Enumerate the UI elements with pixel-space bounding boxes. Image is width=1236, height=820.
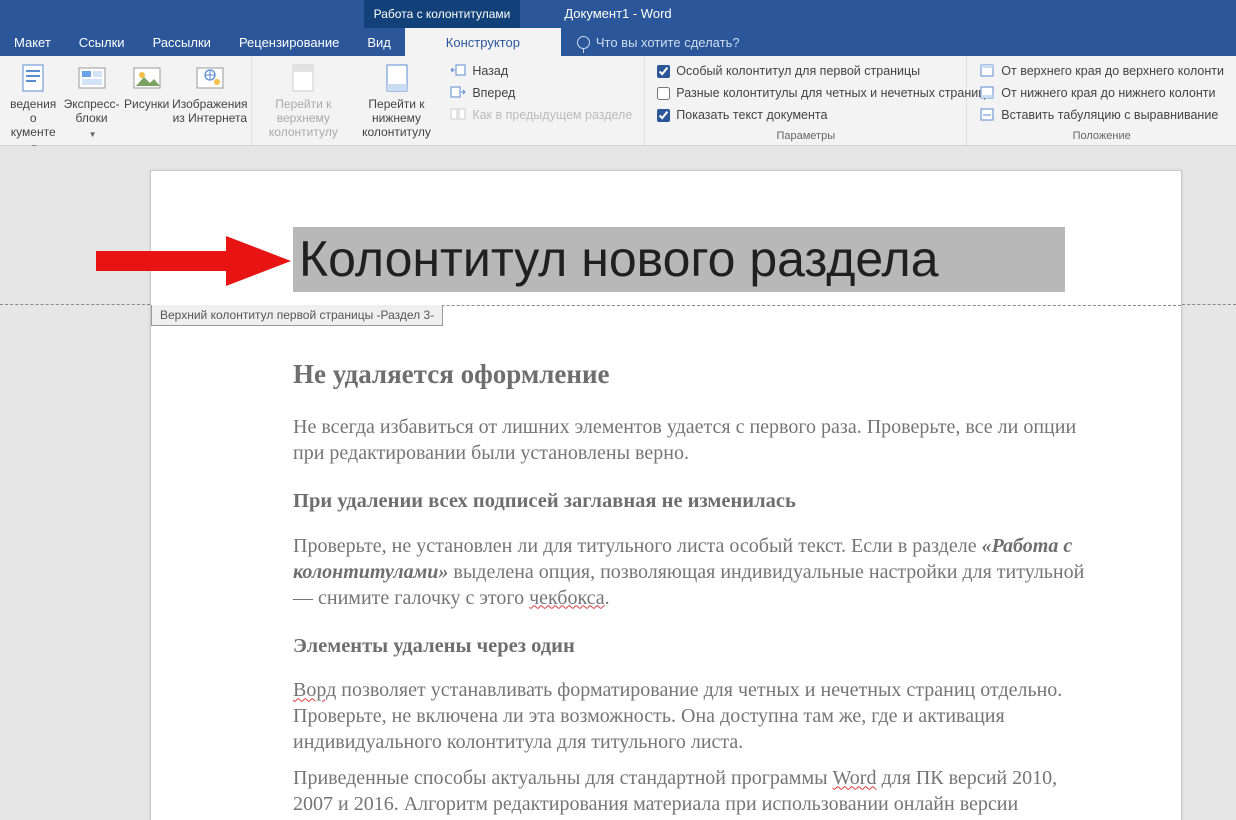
tab-design-label: Конструктор — [446, 35, 520, 50]
tab-layout[interactable]: Макет — [0, 28, 65, 56]
group-position: От верхнего края до верхнего колонти От … — [967, 56, 1236, 145]
dropdown-caret-icon: ▼ — [89, 130, 97, 139]
group-options: Особый колонтитул для первой страницы Ра… — [645, 56, 967, 145]
spellcheck-error: Ворд — [293, 679, 336, 701]
spellcheck-error: чекбокса — [529, 587, 605, 609]
goto-footer-button[interactable]: Перейти к нижнему колонтитулу — [351, 58, 443, 143]
header-from-top[interactable]: От верхнего края до верхнего колонти — [975, 60, 1228, 82]
option-first-page[interactable]: Особый колонтитул для первой страницы — [653, 60, 958, 82]
doc-info-button[interactable]: ведения о кументе▼ — [4, 58, 62, 157]
header-text[interactable]: Колонтитул нового раздела — [293, 227, 1065, 292]
contextual-tab-header: Работа с колонтитулами — [364, 0, 520, 28]
heading-2: Не удаляется оформление — [293, 357, 1093, 392]
nav-previous-button[interactable]: Назад — [446, 60, 636, 82]
tab-view-label: Вид — [367, 35, 391, 50]
option-odd-even-checkbox[interactable] — [657, 87, 670, 100]
tab-references[interactable]: Ссылки — [65, 28, 139, 56]
document-body: Не удаляется оформление Не всегда избави… — [293, 357, 1093, 820]
footer-distance-icon — [979, 85, 995, 101]
goto-footer-icon — [381, 62, 413, 94]
online-pictures-label: Изображения из Интернета — [172, 98, 247, 126]
header-boundary-line — [0, 304, 150, 305]
document-icon — [17, 62, 49, 94]
nav-next-button[interactable]: Вперед — [446, 82, 636, 104]
page: Колонтитул нового раздела Верхний колонт… — [150, 170, 1182, 820]
paragraph: Проверьте, не установлен ли для титульно… — [293, 533, 1093, 611]
doc-info-label: ведения о кументе — [10, 98, 56, 139]
document-workspace[interactable]: Колонтитул нового раздела Верхний колонт… — [0, 146, 1236, 820]
group-options-label: Параметры — [649, 128, 962, 145]
text-run: Проверьте, не установлен ли для титульно… — [293, 535, 982, 557]
goto-header-button: Перейти к верхнему колонтитулу — [256, 58, 351, 143]
document-title: Документ1 - Word — [564, 6, 671, 21]
option-first-page-checkbox[interactable] — [657, 65, 670, 78]
tab-references-label: Ссылки — [79, 35, 125, 50]
tab-review-label: Рецензирование — [239, 35, 339, 50]
tab-layout-label: Макет — [14, 35, 51, 50]
text-run: позволяет устанавливать форматирование д… — [293, 679, 1062, 753]
tell-me-search[interactable]: Что вы хотите сделать? — [561, 28, 740, 56]
previous-icon — [450, 63, 466, 79]
link-previous-label: Как в предыдущем разделе — [472, 108, 632, 122]
ribbon: ведения о кументе ▼ Экспресс- блоки ▼ Рису… — [0, 56, 1236, 146]
tell-me-placeholder: Что вы хотите сделать? — [596, 35, 740, 50]
title-bar: Работа с колонтитулами Документ1 - Word — [0, 0, 1236, 28]
tab-mailings[interactable]: Рассылки — [139, 28, 225, 56]
footer-from-bottom-label: От нижнего края до нижнего колонти — [1001, 86, 1215, 100]
paragraph: Не всегда избавиться от лишних элементов… — [293, 414, 1093, 466]
goto-footer-label: Перейти к нижнему колонтитулу — [357, 98, 437, 139]
option-show-document-checkbox[interactable] — [657, 109, 670, 122]
insert-alignment-tab[interactable]: Вставить табуляцию с выравнивание — [975, 104, 1228, 126]
heading-3: При удалении всех подписей заглавная не … — [293, 488, 1093, 515]
picture-icon — [131, 62, 163, 94]
group-insert: ведения о кументе ▼ Экспресс- блоки ▼ Рису… — [0, 56, 252, 145]
option-odd-even-label: Разные колонтитулы для четных и нечетных… — [676, 86, 985, 100]
option-show-document-label: Показать текст документа — [676, 108, 827, 122]
header-section-tab: Верхний колонтитул первой страницы -Разд… — [151, 305, 443, 326]
heading-3: Элементы удалены через один — [293, 633, 1093, 660]
quick-parts-button[interactable]: Экспресс- блоки ▼ — [62, 58, 120, 143]
alignment-tab-icon — [979, 107, 995, 123]
pictures-label: Рисунки — [124, 98, 169, 112]
online-pictures-button[interactable]: Изображения из Интернета — [173, 58, 247, 130]
nav-previous-label: Назад — [472, 64, 508, 78]
footer-from-bottom[interactable]: От нижнего края до нижнего колонти — [975, 82, 1228, 104]
option-first-page-label: Особый колонтитул для первой страницы — [676, 64, 920, 78]
ribbon-tabs: Макет Ссылки Рассылки Рецензирование Вид… — [0, 28, 1236, 56]
goto-header-icon — [287, 62, 319, 94]
tab-review[interactable]: Рецензирование — [225, 28, 353, 56]
tab-design[interactable]: Конструктор — [405, 28, 561, 56]
contextual-tab-label: Работа с колонтитулами — [374, 7, 511, 21]
next-icon — [450, 85, 466, 101]
paragraph: Ворд позволяет устанавливать форматирова… — [293, 677, 1093, 755]
nav-next-label: Вперед — [472, 86, 515, 100]
goto-header-label: Перейти к верхнему колонтитулу — [262, 98, 345, 139]
tab-view[interactable]: Вид — [353, 28, 405, 56]
link-previous-icon — [450, 107, 466, 123]
header-boundary-line — [1182, 304, 1236, 305]
tab-mailings-label: Рассылки — [153, 35, 211, 50]
link-previous-button: Как в предыдущем разделе — [446, 104, 636, 126]
insert-alignment-tab-label: Вставить табуляцию с выравнивание — [1001, 108, 1218, 122]
header-distance-icon — [979, 63, 995, 79]
pictures-button[interactable]: Рисунки — [121, 58, 173, 116]
option-odd-even[interactable]: Разные колонтитулы для четных и нечетных… — [653, 82, 958, 104]
text-run: Приведенные способы актуальны для станда… — [293, 767, 833, 789]
group-navigation: Перейти к верхнему колонтитулу Перейти к… — [252, 56, 645, 145]
spellcheck-error: Word — [833, 767, 877, 789]
group-position-label: Положение — [971, 128, 1232, 145]
header-from-top-label: От верхнего края до верхнего колонти — [1001, 64, 1224, 78]
lightbulb-icon — [577, 36, 590, 49]
option-show-document[interactable]: Показать текст документа — [653, 104, 958, 126]
quick-parts-icon — [76, 62, 108, 94]
quick-parts-label: Экспресс- блоки — [64, 98, 120, 126]
online-picture-icon — [194, 62, 226, 94]
paragraph: Приведенные способы актуальны для станда… — [293, 765, 1093, 817]
